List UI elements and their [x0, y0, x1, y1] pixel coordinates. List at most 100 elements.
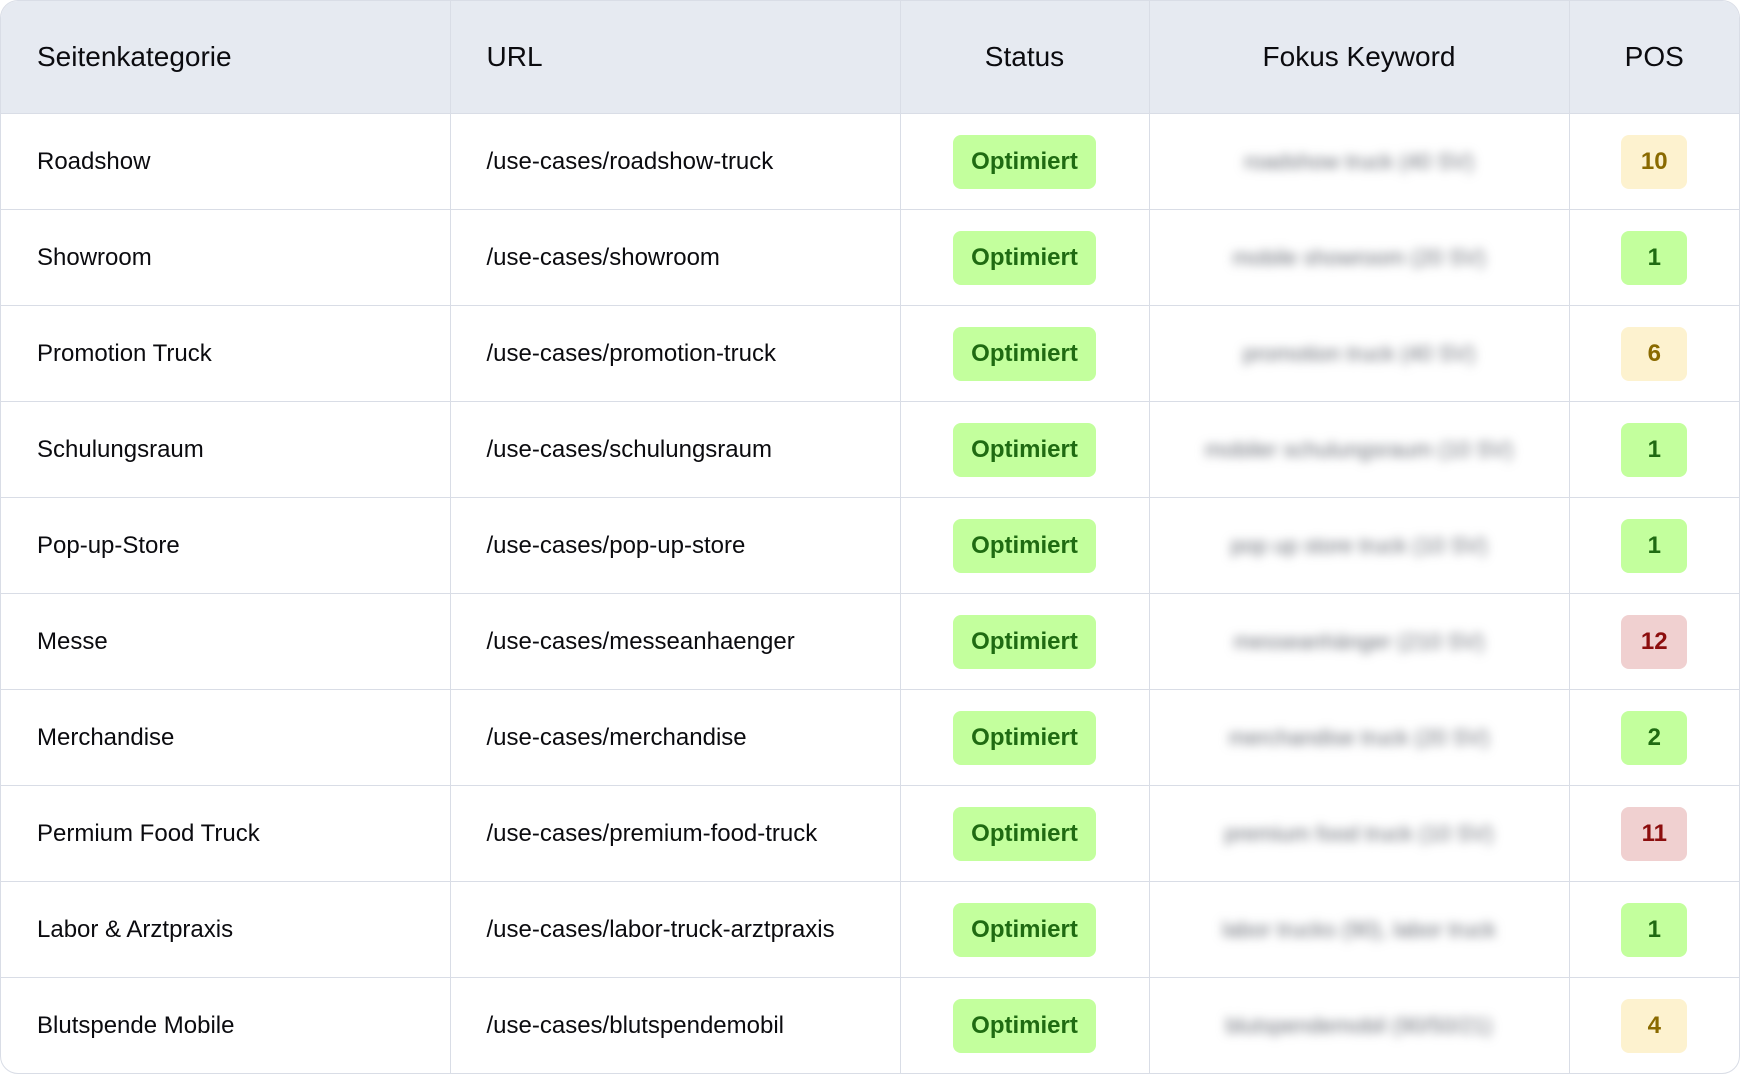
cell-url: /use-cases/blutspendemobil [450, 977, 901, 1073]
column-header-url[interactable]: URL [450, 1, 901, 114]
cell-keyword: messeanhänger (210 SV) [1149, 593, 1570, 690]
cell-category: Promotion Truck [1, 305, 451, 402]
table-row: Showroom /use-cases/showroom Optimiert m… [1, 209, 1739, 306]
table-row: Messe /use-cases/messeanhaenger Optimier… [1, 593, 1739, 690]
status-badge: Optimiert [953, 230, 1096, 285]
table-row: Permium Food Truck /use-cases/premium-fo… [1, 785, 1739, 882]
focus-keyword-blurred: premium food truck (10 SV) [1224, 820, 1494, 846]
cell-url: /use-cases/showroom [450, 209, 901, 306]
table-row: Roadshow /use-cases/roadshow-truck Optim… [1, 113, 1739, 210]
focus-keyword-blurred: roadshow truck (40 SV) [1244, 148, 1474, 174]
cell-status: Optimiert [900, 113, 1150, 210]
status-badge: Optimiert [953, 806, 1096, 861]
position-badge: 4 [1621, 998, 1688, 1053]
table-row: Pop-up-Store /use-cases/pop-up-store Opt… [1, 497, 1739, 594]
status-badge: Optimiert [953, 998, 1096, 1053]
cell-category: Pop-up-Store [1, 497, 451, 594]
status-badge: Optimiert [953, 134, 1096, 189]
column-header-pos[interactable]: POS [1569, 1, 1739, 114]
status-badge: Optimiert [953, 422, 1096, 477]
cell-url: /use-cases/messeanhaenger [450, 593, 901, 690]
position-badge: 1 [1621, 902, 1688, 957]
seo-table-container: Seitenkategorie URL Status Fokus Keyword… [0, 0, 1740, 1074]
cell-category: Labor & Arztpraxis [1, 881, 451, 978]
table-row: Merchandise /use-cases/merchandise Optim… [1, 689, 1739, 786]
focus-keyword-blurred: merchandise truck (20 SV) [1228, 724, 1490, 750]
focus-keyword-blurred: messeanhänger (210 SV) [1233, 628, 1485, 654]
focus-keyword-blurred: blutspendemobil (90/50/21) [1225, 1012, 1493, 1038]
position-badge: 12 [1621, 614, 1688, 669]
position-badge: 10 [1621, 134, 1688, 189]
cell-status: Optimiert [900, 401, 1150, 498]
cell-pos: 1 [1569, 497, 1739, 594]
cell-keyword: roadshow truck (40 SV) [1149, 113, 1570, 210]
status-badge: Optimiert [953, 902, 1096, 957]
cell-url: /use-cases/merchandise [450, 689, 901, 786]
focus-keyword-blurred: promotion truck (40 SV) [1242, 340, 1476, 366]
cell-keyword: mobiler schulungsraum (10 SV) [1149, 401, 1570, 498]
cell-category: Merchandise [1, 689, 451, 786]
position-badge: 1 [1621, 422, 1688, 477]
cell-keyword: mobile showroom (20 SV) [1149, 209, 1570, 306]
table-row: Blutspende Mobile /use-cases/blutspendem… [1, 977, 1739, 1074]
column-header-category[interactable]: Seitenkategorie [1, 1, 451, 114]
cell-status: Optimiert [900, 497, 1150, 594]
cell-pos: 1 [1569, 881, 1739, 978]
status-badge: Optimiert [953, 710, 1096, 765]
focus-keyword-blurred: mobiler schulungsraum (10 SV) [1204, 436, 1514, 462]
cell-url: /use-cases/roadshow-truck [450, 113, 901, 210]
cell-status: Optimiert [900, 305, 1150, 402]
status-badge: Optimiert [953, 518, 1096, 573]
focus-keyword-blurred: labor trucks (90), labor truck [1222, 916, 1496, 942]
cell-category: Showroom [1, 209, 451, 306]
column-header-keyword[interactable]: Fokus Keyword [1149, 1, 1570, 114]
cell-status: Optimiert [900, 689, 1150, 786]
table-body: Roadshow /use-cases/roadshow-truck Optim… [1, 113, 1739, 1074]
cell-keyword: blutspendemobil (90/50/21) [1149, 977, 1570, 1073]
cell-url: /use-cases/pop-up-store [450, 497, 901, 594]
cell-url: /use-cases/labor-truck-arztpraxis [450, 881, 901, 978]
position-badge: 6 [1621, 326, 1688, 381]
cell-status: Optimiert [900, 977, 1150, 1073]
table-row: Labor & Arztpraxis /use-cases/labor-truc… [1, 881, 1739, 978]
cell-category: Blutspende Mobile [1, 977, 451, 1073]
cell-status: Optimiert [900, 209, 1150, 306]
status-badge: Optimiert [953, 326, 1096, 381]
cell-pos: 1 [1569, 209, 1739, 306]
cell-category: Messe [1, 593, 451, 690]
position-badge: 1 [1621, 230, 1688, 285]
cell-pos: 2 [1569, 689, 1739, 786]
cell-pos: 12 [1569, 593, 1739, 690]
position-badge: 11 [1621, 806, 1688, 861]
table-row: Promotion Truck /use-cases/promotion-tru… [1, 305, 1739, 402]
cell-status: Optimiert [900, 785, 1150, 882]
cell-keyword: merchandise truck (20 SV) [1149, 689, 1570, 786]
cell-pos: 6 [1569, 305, 1739, 402]
table-row: Schulungsraum /use-cases/schulungsraum O… [1, 401, 1739, 498]
cell-pos: 4 [1569, 978, 1739, 1074]
cell-url: /use-cases/schulungsraum [450, 401, 901, 498]
status-badge: Optimiert [953, 614, 1096, 669]
position-badge: 2 [1621, 710, 1688, 765]
cell-keyword: labor trucks (90), labor truck [1149, 881, 1570, 978]
cell-keyword: pop up store truck (10 SV) [1149, 497, 1570, 594]
column-header-status[interactable]: Status [900, 1, 1150, 114]
seo-pages-table: Seitenkategorie URL Status Fokus Keyword… [1, 1, 1739, 1073]
cell-keyword: promotion truck (40 SV) [1149, 305, 1570, 402]
cell-keyword: premium food truck (10 SV) [1149, 785, 1570, 882]
position-badge: 1 [1621, 518, 1688, 573]
cell-category: Permium Food Truck [1, 785, 451, 882]
cell-category: Schulungsraum [1, 401, 451, 498]
cell-url: /use-cases/premium-food-truck [450, 785, 901, 882]
cell-pos: 10 [1569, 113, 1739, 210]
header-row: Seitenkategorie URL Status Fokus Keyword… [1, 1, 1739, 114]
cell-pos: 11 [1569, 785, 1739, 882]
cell-pos: 1 [1569, 401, 1739, 498]
cell-category: Roadshow [1, 113, 451, 210]
cell-url: /use-cases/promotion-truck [450, 305, 901, 402]
cell-status: Optimiert [900, 881, 1150, 978]
focus-keyword-blurred: mobile showroom (20 SV) [1232, 244, 1486, 270]
cell-status: Optimiert [900, 593, 1150, 690]
focus-keyword-blurred: pop up store truck (10 SV) [1230, 532, 1488, 558]
table-header: Seitenkategorie URL Status Fokus Keyword… [1, 1, 1739, 114]
